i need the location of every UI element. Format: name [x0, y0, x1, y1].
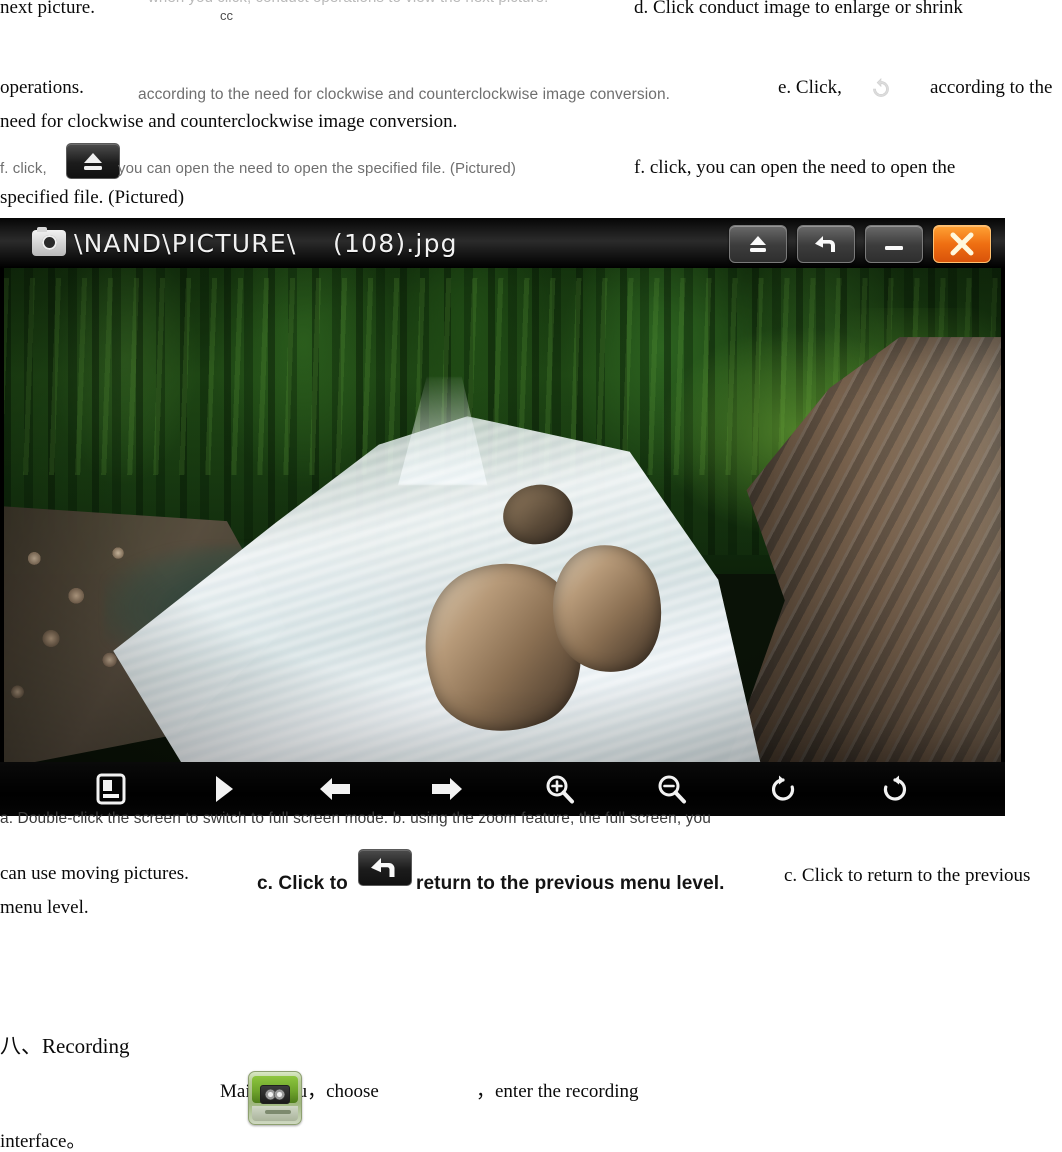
- minimize-button[interactable]: [865, 225, 923, 263]
- text-operations: operations.: [0, 77, 84, 98]
- text-menu-level: menu level.: [0, 897, 89, 918]
- titlebar-button-group: [729, 225, 991, 263]
- arrow-right-icon: [432, 778, 462, 800]
- back-arrow-icon: [815, 236, 835, 252]
- viewer-titlebar: \NAND\PICTURE\ (108).jpg: [0, 218, 1005, 268]
- camera-icon: [32, 227, 66, 256]
- rotate-cw-icon: [771, 775, 795, 801]
- text-next-picture: next picture.: [0, 0, 95, 18]
- rotate-counterclockwise-button[interactable]: [860, 767, 930, 811]
- cassette-base: [252, 1106, 298, 1121]
- text-line-f-right: f. click, you can open the need to open …: [634, 157, 956, 178]
- cassette-body: [252, 1076, 298, 1104]
- play-icon: [216, 776, 233, 802]
- eject-button[interactable]: [729, 225, 787, 263]
- back-button-inline[interactable]: [358, 849, 412, 886]
- close-x-icon: [950, 232, 974, 256]
- cassette-reel-right: [274, 1089, 285, 1100]
- scan-caption-ab: a. Double-click the screen to switch to …: [0, 810, 711, 827]
- scan-c-click-prefix: c. Click to: [257, 873, 348, 894]
- previous-image-button[interactable]: [300, 767, 370, 811]
- thumbnail-icon: [96, 773, 126, 805]
- clipped-top-line-text: when you click, conduct operations to vi…: [148, 0, 548, 6]
- clipped-top-fragment: cc: [220, 8, 233, 23]
- cassette-window: [260, 1085, 290, 1104]
- scan-c-click-rest: return to the previous menu level.: [416, 873, 725, 894]
- zoom-out-button[interactable]: [636, 767, 706, 811]
- eject-button-inline[interactable]: [66, 143, 120, 179]
- text-can-use-moving: can use moving pictures.: [0, 863, 189, 884]
- rotate-cw-icon: [868, 76, 894, 102]
- scan-f-click-rest: you can open the need to open the specif…: [118, 160, 516, 177]
- text-line-e-tail: according to the: [930, 77, 1053, 98]
- rotate-ccw-icon: [883, 775, 907, 801]
- minimize-icon: [885, 246, 903, 250]
- displayed-photo[interactable]: [4, 268, 1001, 762]
- clipped-top-line: when you click, conduct operations to vi…: [148, 0, 618, 16]
- arrow-left-icon: [320, 778, 350, 800]
- back-button[interactable]: [797, 225, 855, 263]
- scan-caption-rotate: according to the need for clockwise and …: [138, 86, 671, 103]
- magnifier-plus-icon: [546, 775, 574, 804]
- section-heading-recording: 八、Recording: [0, 1034, 130, 1058]
- zoom-in-button[interactable]: [524, 767, 594, 811]
- rotate-clockwise-button[interactable]: [748, 767, 818, 811]
- photo-vignette: [4, 268, 1001, 762]
- eject-icon: [750, 236, 766, 252]
- text-specified-file: specified file. (Pictured): [0, 187, 185, 208]
- scan-f-click-prefix: f. click,: [0, 160, 47, 177]
- image-viewer-window: \NAND\PICTURE\ (108).jpg: [0, 218, 1005, 816]
- text-recording-c: interface。: [0, 1131, 86, 1152]
- text-line-e-prefix: e. Click,: [778, 77, 842, 98]
- text-line-d: d. Click conduct image to enlarge or shr…: [634, 0, 963, 18]
- next-image-button[interactable]: [412, 767, 482, 811]
- cassette-slot: [265, 1110, 291, 1114]
- slideshow-play-button[interactable]: [188, 767, 258, 811]
- thumbnail-view-button[interactable]: [76, 767, 146, 811]
- close-button[interactable]: [933, 225, 991, 263]
- text-recording-b: ，enter the recording: [476, 1081, 639, 1102]
- text-line-c-right: c. Click to return to the previous: [784, 865, 1031, 886]
- magnifier-minus-icon: [658, 775, 686, 804]
- viewer-toolbar: [0, 762, 1005, 816]
- text-need-clockwise: need for clockwise and counterclockwise …: [0, 111, 458, 132]
- cassette-recorder-icon: [248, 1071, 302, 1125]
- viewer-file-path: \NAND\PICTURE\ (108).jpg: [74, 228, 458, 258]
